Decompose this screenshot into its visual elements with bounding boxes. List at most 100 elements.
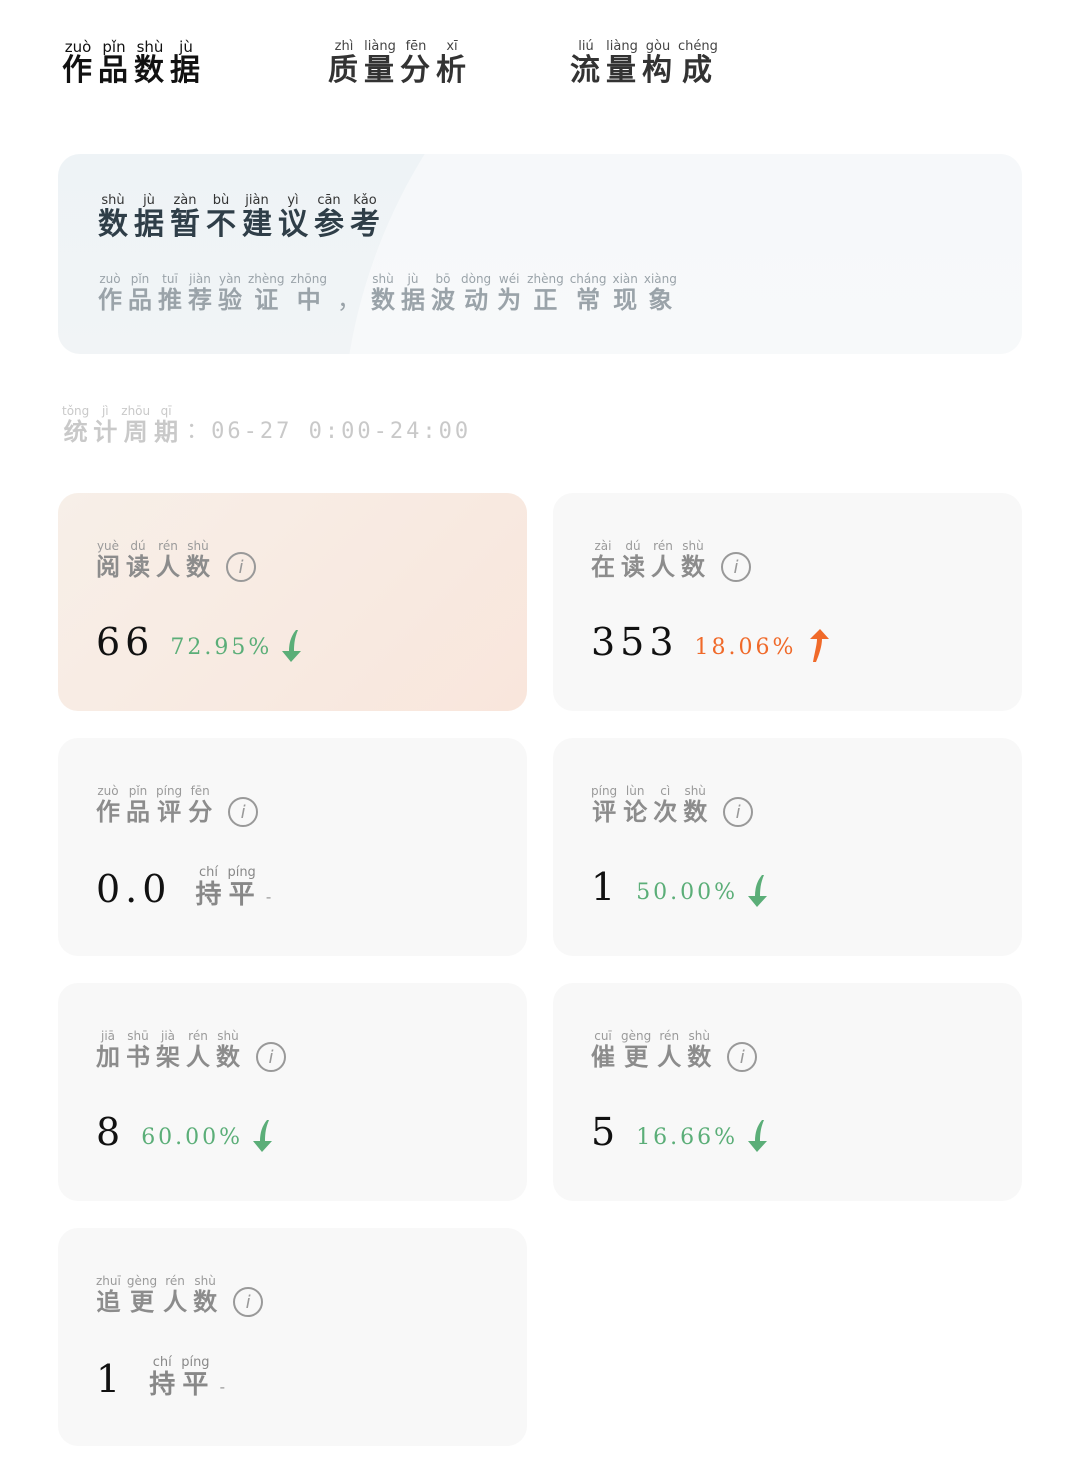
metric-label-char: zuò 作 [96, 784, 120, 826]
banner-title-char: zàn 暂 [170, 194, 200, 242]
hanzi: 参 [314, 207, 344, 242]
hanzi: 中 [296, 285, 321, 314]
pinyin: rén [158, 539, 178, 553]
pinyin: jiàn [189, 272, 211, 286]
tab-1[interactable]: zuò 作 pǐn 品 shù 数 jù 据 [62, 40, 206, 88]
hanzi: 架 [156, 1042, 180, 1071]
metric-label-char: rén 人 [163, 1274, 187, 1316]
info-icon[interactable]: i [721, 552, 751, 582]
metric-value: 66 [96, 620, 155, 664]
hanzi: 论 [623, 797, 648, 826]
metric-change: 72.95% [170, 635, 273, 660]
metric-value-row: 1 50.00% [591, 866, 772, 908]
banner-subtitle-char: jiàn 荐 [188, 272, 212, 314]
pinyin: qī [160, 404, 172, 418]
metric-value-row: 8 60.00% [96, 1111, 277, 1153]
metric-label-char: rén 人 [657, 1029, 681, 1071]
metric-card[interactable]: jiā 加 shū 书 jià 架 rén 人 shù 数 i 8 60.00% [58, 983, 527, 1201]
hanzi: 人 [156, 552, 180, 581]
hanzi: 评 [592, 797, 617, 826]
flat-label-char: píng 平 [181, 1356, 209, 1401]
arrow-down-icon [748, 875, 768, 907]
pinyin: bō [435, 272, 451, 286]
hanzi: 荐 [188, 285, 212, 314]
arrow-down-icon [282, 630, 302, 662]
info-icon[interactable]: i [233, 1287, 264, 1317]
pinyin: lùn [625, 784, 645, 798]
metric-label-char: rén 人 [651, 539, 675, 581]
hanzi: 动 [464, 285, 489, 314]
pinyin: píng [156, 784, 183, 798]
metric-card[interactable]: cuī 催 gèng 更 rén 人 shù 数 i 5 16.66% [553, 983, 1022, 1201]
metric-card[interactable]: yuè 阅 dú 读 rén 人 shù 数 i 66 72.95% [58, 493, 527, 711]
hanzi: 考 [350, 207, 380, 242]
banner-subtitle-char: zuò 作 [98, 272, 122, 314]
info-icon[interactable]: i [727, 1042, 758, 1072]
tab-3[interactable]: liú 流 liàng 量 gòu 构 chéng 成 [570, 40, 722, 88]
pinyin: wéi [498, 272, 520, 286]
period-label-char: qī 期 [154, 404, 178, 446]
pinyin: dú [130, 539, 146, 553]
metric-card[interactable]: píng 评 lùn 论 cì 次 shù 数 i 1 50.00% [553, 738, 1022, 956]
tab-label-char: xī 析 [436, 40, 468, 88]
metric-label: zhuī 追 gèng 更 rén 人 shù 数 i [96, 1274, 264, 1317]
hanzi: 推 [158, 285, 182, 314]
trend-flat: chí 持 píng 平 - [149, 1356, 225, 1401]
tab-2[interactable]: zhì 质 liàng 量 fēn 分 xī 析 [328, 40, 472, 88]
metric-card[interactable]: zuò 作 pǐn 品 píng 评 fēn 分 i 0.0 chí 持 píng 平 - [58, 738, 527, 956]
hanzi: 为 [497, 285, 522, 314]
pinyin: jiàn [245, 193, 269, 208]
pinyin: rén [653, 539, 673, 553]
metric-label-char: rén 人 [186, 1029, 210, 1071]
info-icon[interactable]: i [226, 552, 256, 582]
tab-label-char: shù 数 [134, 40, 166, 88]
trend-flat: chí 持 píng 平 - [195, 865, 271, 911]
pinyin: liàng [364, 39, 396, 54]
banner-decoration [342, 154, 1022, 354]
metric-label: cuī 催 gèng 更 rén 人 shù 数 i [591, 1029, 758, 1072]
hanzi: 数 [370, 285, 395, 314]
metric-label-char: shù 数 [687, 1029, 711, 1071]
hanzi: 议 [278, 207, 308, 242]
pinyin: jù [407, 272, 419, 286]
hanzi: 析 [436, 53, 468, 88]
hanzi: 人 [163, 1287, 188, 1316]
pinyin: shù [684, 784, 706, 798]
banner-subtitle-char: zhèng 证 [248, 272, 285, 314]
info-icon[interactable]: i [723, 797, 754, 827]
pinyin: pǐn [128, 784, 148, 798]
banner-subtitle-char: tuī 推 [158, 272, 182, 314]
pinyin: píng [591, 784, 618, 798]
metric-change: 18.06% [694, 635, 797, 660]
metric-card[interactable]: zài 在 dú 读 rén 人 shù 数 i 353 18.06% [553, 493, 1022, 711]
banner-title-char: kǎo 考 [350, 194, 380, 242]
period-label-char: tǒng 统 [62, 404, 89, 446]
pinyin: shù [682, 539, 704, 553]
pinyin: cuī [594, 1029, 612, 1043]
pinyin: pǐn [130, 272, 150, 286]
hanzi: 据 [170, 53, 202, 88]
pinyin: gèng [621, 1029, 652, 1043]
hanzi: 证 [254, 285, 279, 314]
metric-label: jiā 加 shū 书 jià 架 rén 人 shù 数 i [96, 1029, 286, 1072]
tab-label-char: liàng 量 [606, 40, 638, 88]
banner-subtitle-char: jù 据 [401, 272, 425, 314]
tab-bar: zuò 作 pǐn 品 shù 数 jù 据 zhì 质 liàng 量 fēn 分 xī 析 liú 流 liàn… [62, 40, 962, 100]
hanzi: 分 [400, 53, 432, 88]
pinyin: zhèng [527, 272, 564, 286]
separator: ， [336, 286, 361, 314]
pinyin: gòu [645, 39, 671, 54]
metric-value-row: 0.0 chí 持 píng 平 - [96, 865, 271, 911]
info-icon[interactable]: i [256, 1042, 286, 1072]
pinyin: rén [165, 1274, 185, 1288]
metric-card[interactable]: zhuī 追 gèng 更 rén 人 shù 数 i 1 chí 持 píng 平 - [58, 1228, 527, 1446]
pinyin: dú [625, 539, 641, 553]
pinyin: chí [198, 865, 218, 880]
arrow-up-icon [810, 629, 830, 662]
info-icon[interactable]: i [228, 797, 259, 827]
pinyin: shù [688, 1029, 710, 1043]
pinyin: bù [212, 193, 230, 208]
hanzi: 正 [533, 285, 558, 314]
pinyin: jì [101, 404, 109, 418]
tab-label-char: zhì 质 [328, 40, 360, 88]
